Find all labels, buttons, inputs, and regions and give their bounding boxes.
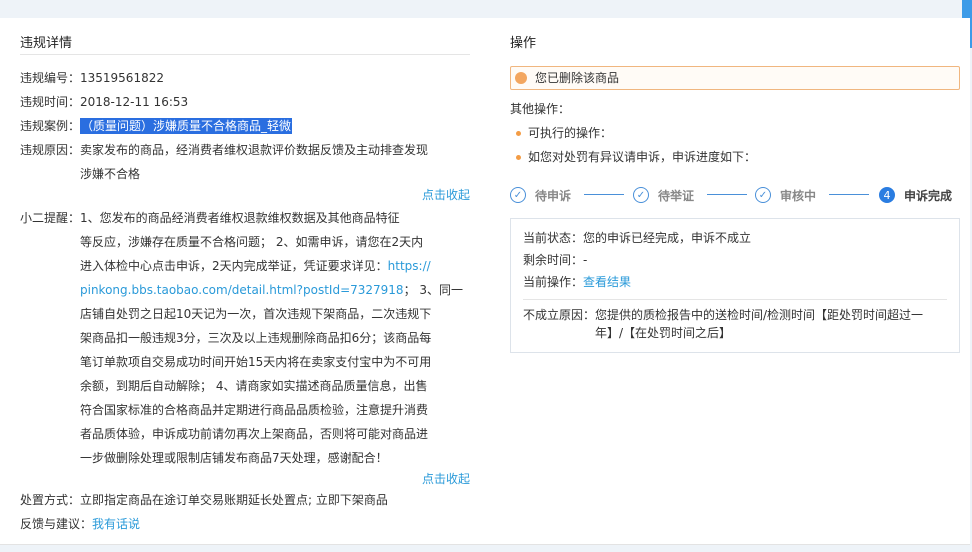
fail-reason: 不成立原因： 您提供的质检报告中的送检时间/检测时间【距处罚时间超过一 年】/【… [523, 306, 947, 342]
current-action-label: 当前操作： [523, 275, 584, 289]
violation-reason-row: 违规原因： 卖家发布的商品，经消费者维权退款评价数据反馈及主动排查发现 涉嫌不合… [20, 138, 470, 186]
violation-time-row: 违规时间： 2018-12-11 16:53 [20, 90, 470, 114]
step-pending-appeal: ✓ 待申诉 [510, 184, 571, 206]
remaining-time-line: 剩余时间：- [523, 249, 947, 271]
tip-row: 小二提醒： 1、您发布的商品经消费者维权退款维权数据及其他商品特征 等反应，涉嫌… [20, 206, 470, 470]
bullet-dot-icon [516, 155, 521, 160]
violation-time-value: 2018-12-11 16:53 [80, 95, 189, 109]
violation-time-label: 违规时间： [20, 95, 81, 109]
tip-line-10: 者品质体验，申诉成功前请勿再次上架商品，否则将可能对商品进 [80, 427, 429, 441]
violation-number-row: 违规编号： 13519561822 [20, 66, 470, 90]
handle-row: 处置方式： 立即指定商品在途订单交易账期延长处置点; 立即下架商品 [20, 488, 470, 512]
fail-reason-line1: 您提供的质检报告中的送检时间/检测时间【距处罚时间超过一 [595, 308, 924, 322]
bullet-appeal-text: 如您对处罚有异议请申诉，申诉进度如下： [528, 150, 757, 164]
fail-reason-line2: 年】/【在处罚时间之后】 [595, 326, 732, 340]
violation-case-row: 违规案例： （质量问题）涉嫌质量不合格商品_轻微 [20, 114, 470, 138]
collapse-link-reason[interactable]: 点击收起 [20, 186, 470, 204]
tip-line-8: 余额，到期后自动解除； 4、请商家如实描述商品质量信息，出售 [80, 379, 428, 393]
deleted-notice: 您已删除该商品 [510, 66, 960, 90]
violation-case-label: 违规案例： [20, 119, 81, 133]
appeal-result-box: 当前状态：您的申诉已经完成，申诉不成立 剩余时间：- 当前操作：查看结果 不成立… [510, 218, 960, 353]
tip-line-3: 进入体检中心点击申诉，2天内完成举证，凭证要求详见：https:// [80, 259, 431, 273]
divider [523, 299, 947, 300]
remaining-time-value: - [583, 253, 588, 267]
tip-rule-link-start[interactable]: https:// [388, 259, 431, 273]
appeal-progress-steps: ✓ 待申诉 ✓ 待举证 ✓ 审核中 4 申诉完成 [510, 184, 960, 208]
step-connector [584, 194, 624, 195]
tip-line-9: 符合国家标准的合格商品并定期进行商品品质检验，注意提升消费 [80, 403, 429, 417]
tip-line-7: 笔订单款项自交易成功时间开始15天内将在卖家支付宝中为不可用 [80, 355, 432, 369]
step-connector [707, 194, 747, 195]
bullet-appeal: 如您对处罚有异议请申诉，申诉进度如下： [510, 148, 960, 166]
step-number-icon: 4 [879, 187, 895, 203]
bullet-dot-icon [516, 131, 521, 136]
status-value: 您的申诉已经完成，申诉不成立 [583, 231, 752, 245]
top-band [0, 0, 972, 18]
operation-title: 操作 [510, 36, 537, 51]
tip-line-5: 店铺自处罚之日起10天记为一次，首次违规下架商品，二次违规下 [80, 307, 432, 321]
info-icon [515, 72, 527, 84]
violation-case-value: （质量问题）涉嫌质量不合格商品_轻微 [80, 118, 293, 134]
bullet-executable: 可执行的操作： [510, 124, 960, 142]
step-label: 申诉完成 [904, 188, 953, 203]
tip-rule-link[interactable]: pinkong.bbs.taobao.com/detail.html?postI… [80, 283, 404, 297]
status-line: 当前状态：您的申诉已经完成，申诉不成立 [523, 227, 947, 249]
tip-line-6: 架商品扣一般违规3分，三次及以上违规删除商品扣6分；该商品每 [80, 331, 432, 345]
violation-reason-line2: 涉嫌不合格 [80, 167, 141, 181]
step-pending-evidence: ✓ 待举证 [633, 184, 694, 206]
violation-reason-line1: 卖家发布的商品，经消费者维权退款评价数据反馈及主动排查发现 [80, 143, 429, 157]
violation-details-title: 违规详情 [20, 32, 470, 55]
tip-line-1: 1、您发布的商品经消费者维权退款维权数据及其他商品特征 [80, 211, 400, 225]
step-label: 待申诉 [535, 188, 572, 203]
check-icon: ✓ [510, 187, 526, 203]
tip-label: 小二提醒： [20, 211, 81, 225]
feedback-row: 反馈与建议： 我有话说 [20, 512, 470, 536]
handle-value: 立即指定商品在途订单交易账期延长处置点; 立即下架商品 [80, 493, 388, 507]
current-action-line: 当前操作：查看结果 [523, 271, 947, 293]
collapse-link-tip[interactable]: 点击收起 [20, 470, 470, 488]
violation-details-section: 违规详情 违规编号： 13519561822 违规时间： 2018-12-11 … [20, 32, 470, 536]
tip-line-4: pinkong.bbs.taobao.com/detail.html?postI… [80, 283, 464, 297]
violation-reason-label: 违规原因： [20, 143, 81, 157]
check-icon: ✓ [633, 187, 649, 203]
step-reviewing: ✓ 审核中 [755, 184, 816, 206]
feedback-link[interactable]: 我有话说 [92, 517, 140, 531]
bullet-executable-text: 可执行的操作： [528, 126, 613, 140]
deleted-notice-text: 您已删除该商品 [535, 71, 620, 85]
content-panel: 违规详情 违规编号： 13519561822 违规时间： 2018-12-11 … [0, 18, 970, 545]
step-label: 待举证 [658, 188, 695, 203]
handle-label: 处置方式： [20, 493, 81, 507]
step-connector [829, 194, 869, 195]
tip-line-11: 一步做删除处理或限制店铺发布商品7天处理，感谢配合！ [80, 451, 388, 465]
operation-section: 操作 您已删除该商品 其他操作： 可执行的操作： 如您对处罚有异议请申诉，申诉进… [510, 32, 960, 353]
tip-line-2: 等反应，涉嫌存在质量不合格问题； 2、如需申诉，请您在2天内 [80, 235, 424, 249]
violation-number-value: 13519561822 [80, 71, 164, 85]
fail-reason-label: 不成立原因： [523, 308, 596, 322]
step-appeal-complete: 4 申诉完成 [879, 184, 952, 206]
other-operations-label: 其他操作： [510, 102, 571, 116]
violation-number-label: 违规编号： [20, 71, 81, 85]
status-label: 当前状态： [523, 231, 584, 245]
remaining-time-label: 剩余时间： [523, 253, 584, 267]
feedback-label: 反馈与建议： [20, 517, 93, 531]
check-icon: ✓ [755, 187, 771, 203]
step-label: 审核中 [780, 188, 817, 203]
view-result-link[interactable]: 查看结果 [583, 275, 631, 289]
